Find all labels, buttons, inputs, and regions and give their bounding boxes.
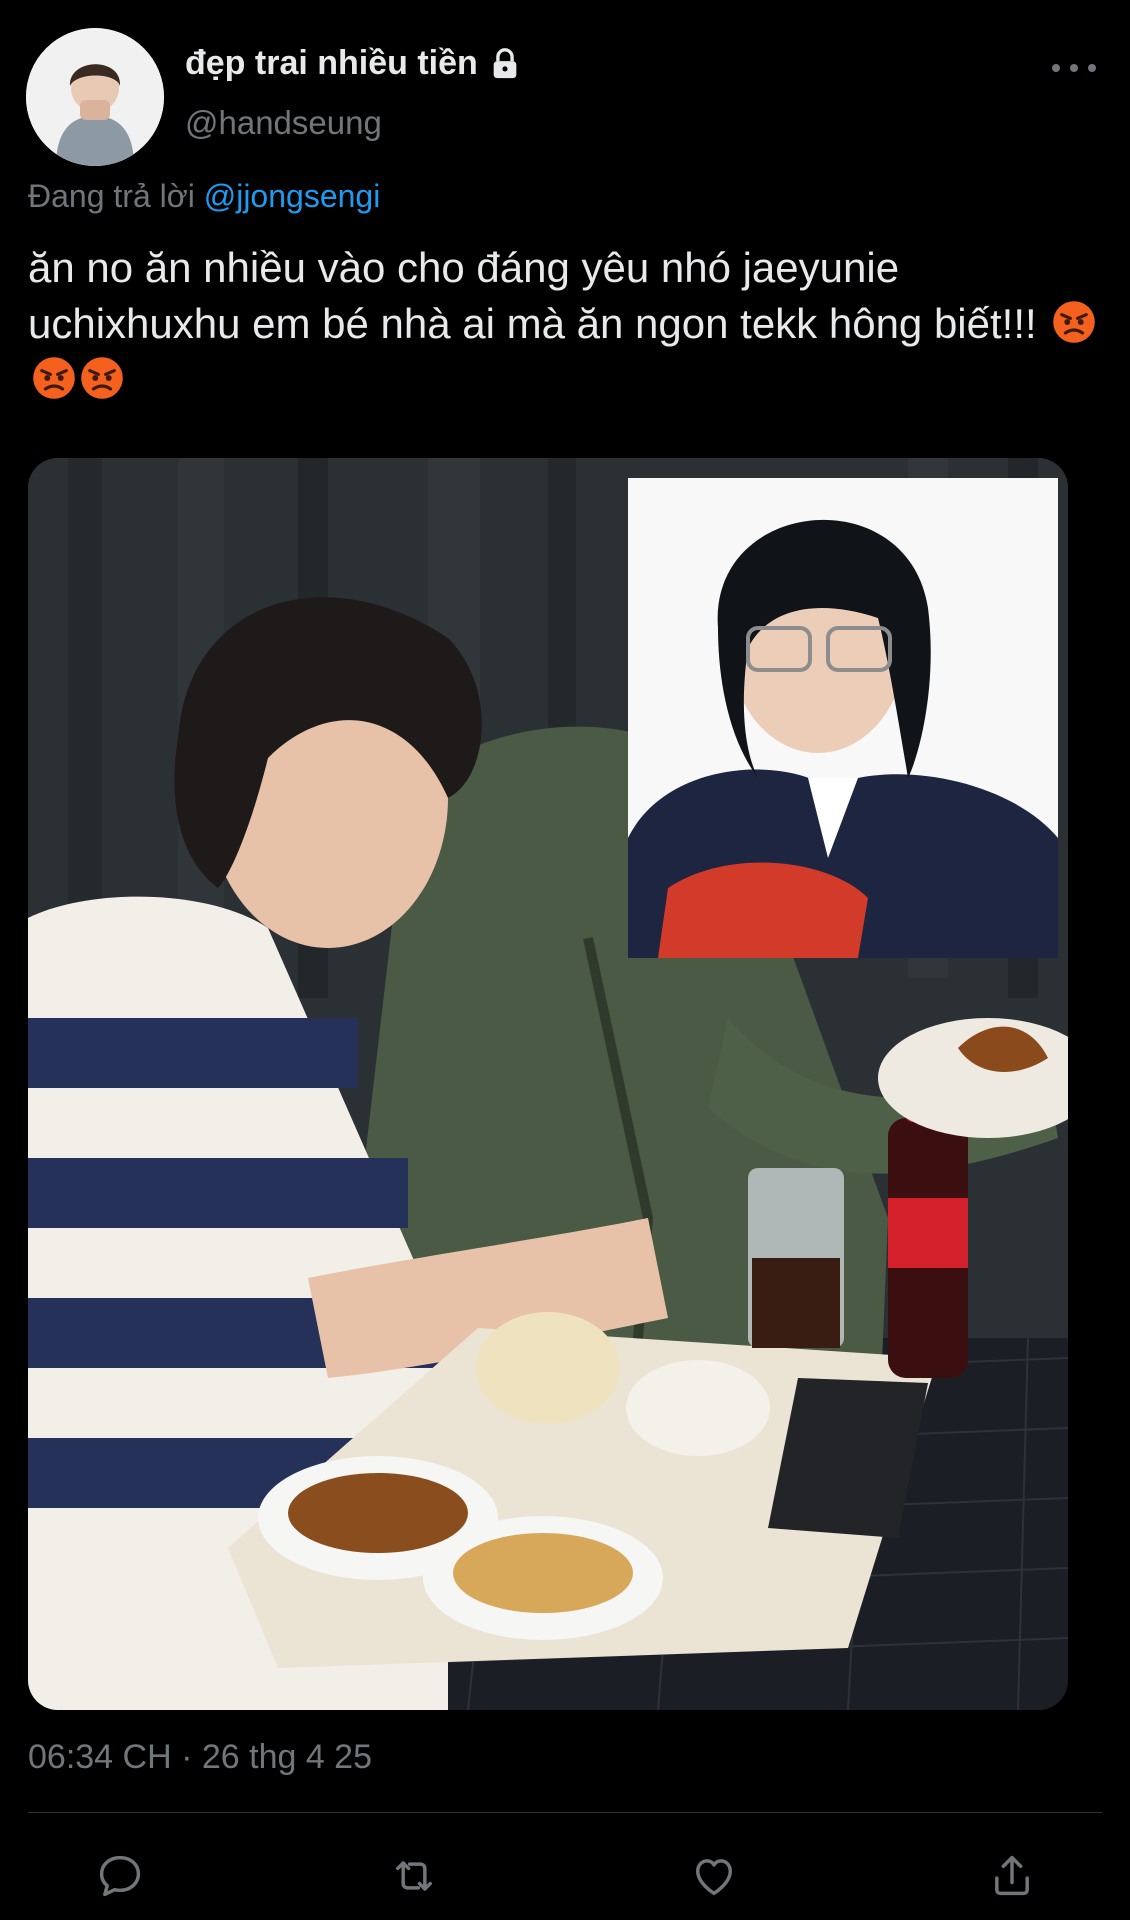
tweet-detail: đẹp trai nhiều tiền @handseung Đang trả … (0, 0, 1130, 1920)
angry-face-emoji (33, 357, 75, 399)
photo-illustration (28, 458, 1068, 1710)
replying-to: Đang trả lời @jjongsengi (28, 178, 380, 215)
reply-icon (99, 1855, 141, 1897)
replying-to-label: Đang trả lời (28, 178, 204, 214)
retweet-icon (396, 1861, 432, 1891)
like-button[interactable] (686, 1848, 742, 1904)
share-icon (995, 1855, 1029, 1896)
heart-icon (696, 1859, 732, 1896)
more-dot-icon (1088, 64, 1096, 72)
reply-button[interactable] (92, 1848, 148, 1904)
more-dot-icon (1070, 64, 1078, 72)
tweet-photo[interactable] (28, 458, 1068, 1710)
lock-icon (493, 47, 517, 78)
display-name[interactable]: đẹp trai nhiều tiền (185, 44, 478, 83)
avatar-image (26, 28, 164, 166)
retweet-button[interactable] (386, 1848, 442, 1904)
avatar[interactable] (26, 28, 164, 166)
share-button[interactable] (984, 1848, 1040, 1904)
divider (28, 1812, 1102, 1813)
display-name-row: đẹp trai nhiều tiền (185, 44, 522, 83)
tweet-text-content: ăn no ăn nhiều vào cho đáng yêu nhó jaey… (28, 244, 1037, 347)
angry-face-emoji (1053, 301, 1096, 343)
more-dot-icon (1052, 64, 1060, 72)
tweet-text: ăn no ăn nhiều vào cho đáng yêu nhó jaey… (28, 240, 1108, 408)
tweet-timestamp[interactable]: 06:34 CH · 26 thg 4 25 (28, 1738, 372, 1777)
user-handle[interactable]: @handseung (185, 104, 382, 142)
reply-mention-link[interactable]: @jjongsengi (204, 178, 381, 214)
angry-face-emoji (81, 357, 123, 399)
more-options-button[interactable] (1052, 56, 1096, 80)
